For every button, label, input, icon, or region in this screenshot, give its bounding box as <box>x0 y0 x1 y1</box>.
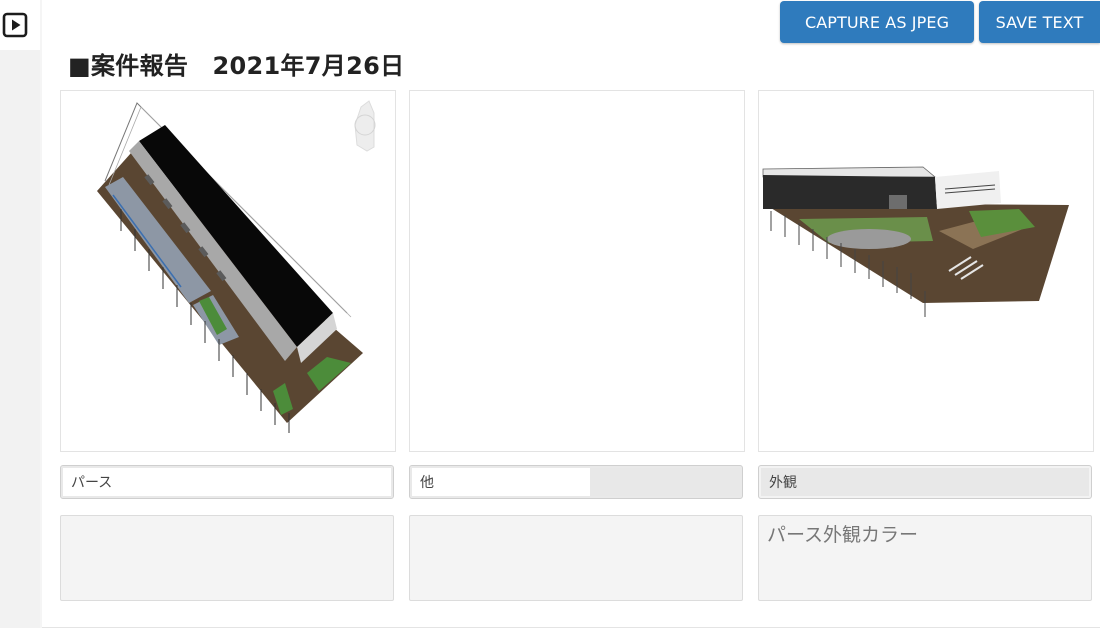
image-card-3[interactable] <box>758 90 1094 452</box>
caption-field-3[interactable]: 外観 <box>758 465 1092 499</box>
image-card-1[interactable] <box>60 90 396 452</box>
caption-field-1[interactable]: パース <box>60 465 394 499</box>
save-text-button[interactable]: SAVE TEXT <box>979 1 1100 43</box>
warehouse-facade <box>763 175 937 209</box>
note-area-1[interactable] <box>60 515 394 601</box>
image-card-2[interactable] <box>409 90 745 452</box>
note-area-2[interactable] <box>409 515 743 601</box>
warehouse-side <box>935 171 1001 209</box>
note-area-3[interactable]: パース外観カラー <box>758 515 1092 601</box>
play-icon[interactable] <box>2 12 28 38</box>
left-rail <box>0 0 40 628</box>
warehouse-exterior-perspective-image <box>762 166 1069 317</box>
aerial-isometric-warehouse-image <box>97 100 376 433</box>
compass-icon <box>354 100 376 152</box>
page-title: ■案件報告 2021年7月26日 <box>68 52 405 80</box>
capture-jpeg-button[interactable]: CAPTURE AS JPEG <box>780 1 974 43</box>
caption-field-2[interactable]: 他 <box>409 465 743 499</box>
